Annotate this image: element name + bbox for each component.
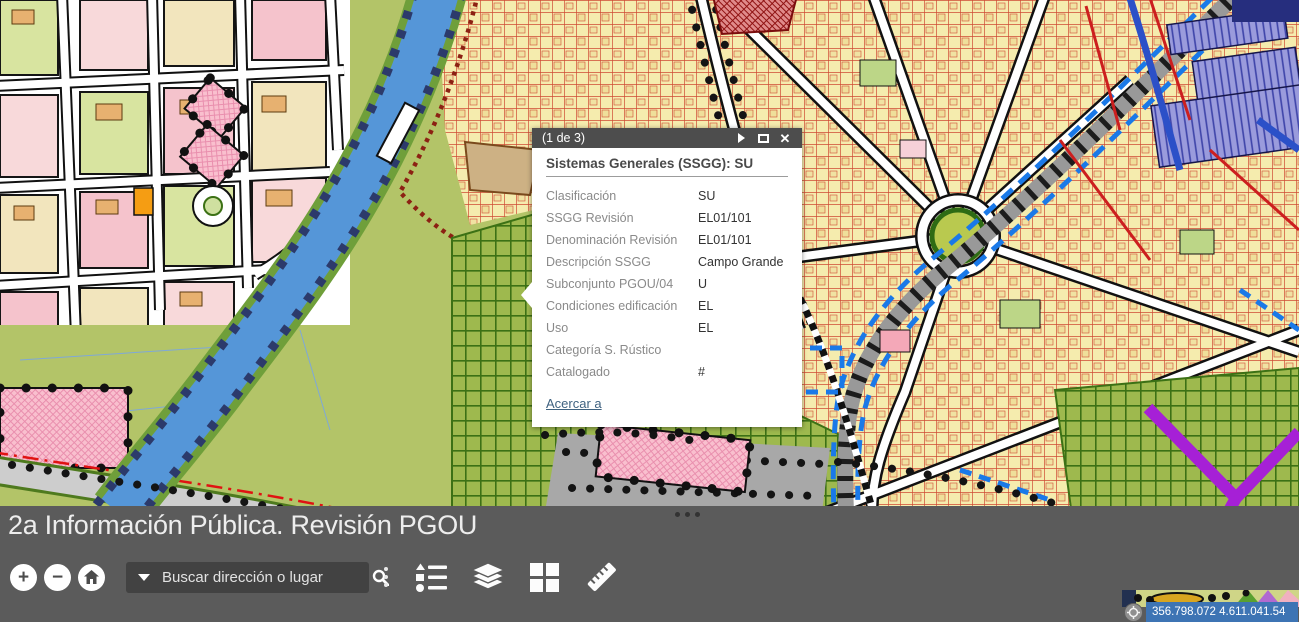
more-tools-icon[interactable] [382, 565, 390, 589]
bottom-panel: 2a Información Pública. Revisión PGOU + … [0, 506, 1299, 622]
zoom-out-button[interactable]: − [44, 564, 71, 591]
attribute-table: Clasificación SU SSGG Revisión EL01/101 … [546, 185, 788, 383]
attribute-row: Clasificación SU [546, 185, 788, 207]
popup-pointer [521, 282, 532, 308]
coordinate-locate-icon[interactable] [1124, 603, 1143, 622]
measure-icon[interactable] [583, 561, 617, 593]
home-icon [84, 570, 99, 584]
attribute-row: Uso EL [546, 317, 788, 339]
zoom-to-link[interactable]: Acercar a [546, 396, 602, 411]
attribute-row: Denominación Revisión EL01/101 [546, 229, 788, 251]
attribute-row: Condiciones edificación EL [546, 295, 788, 317]
zoom-in-button[interactable]: + [10, 564, 37, 591]
close-icon[interactable]: ✕ [776, 130, 794, 146]
attribute-row: SSGG Revisión EL01/101 [546, 207, 788, 229]
attribute-row: Catalogado # [546, 361, 788, 383]
basemap-gallery-icon[interactable] [529, 562, 560, 593]
search-input[interactable] [162, 569, 361, 586]
title-divider [546, 176, 788, 177]
attribute-row: Categoría S. Rústico [546, 339, 788, 361]
home-button[interactable] [78, 564, 105, 591]
app-window: (1 de 3) ✕ Sistemas Generales (SSGG): SU… [0, 0, 1299, 622]
next-feature-icon[interactable] [732, 130, 750, 146]
maximize-icon[interactable] [754, 130, 772, 146]
feature-popup: (1 de 3) ✕ Sistemas Generales (SSGG): SU… [532, 128, 802, 427]
search-box [126, 562, 369, 593]
app-title: 2a Información Pública. Revisión PGOU [8, 510, 477, 541]
coordinate-widget: 356.798.072 4.611.041.54 [1124, 602, 1298, 622]
popup-body: Sistemas Generales (SSGG): SU Clasificac… [532, 148, 802, 427]
search-sources-caret-icon[interactable] [138, 574, 150, 581]
coordinate-readout: 356.798.072 4.611.041.54 [1146, 602, 1298, 622]
attribute-row: Subconjunto PGOU/04 U [546, 273, 788, 295]
popup-pager: (1 de 3) [542, 131, 728, 145]
legend-icon[interactable] [413, 562, 447, 592]
popup-header: (1 de 3) ✕ [532, 128, 802, 148]
special-zone-pink [0, 388, 128, 468]
toolbar: + − [10, 561, 617, 593]
expand-handle[interactable] [672, 509, 703, 520]
popup-title: Sistemas Generales (SSGG): SU [546, 156, 788, 171]
layers-icon[interactable] [470, 561, 506, 593]
attribute-row: Descripción SSGG Campo Grande [546, 251, 788, 273]
